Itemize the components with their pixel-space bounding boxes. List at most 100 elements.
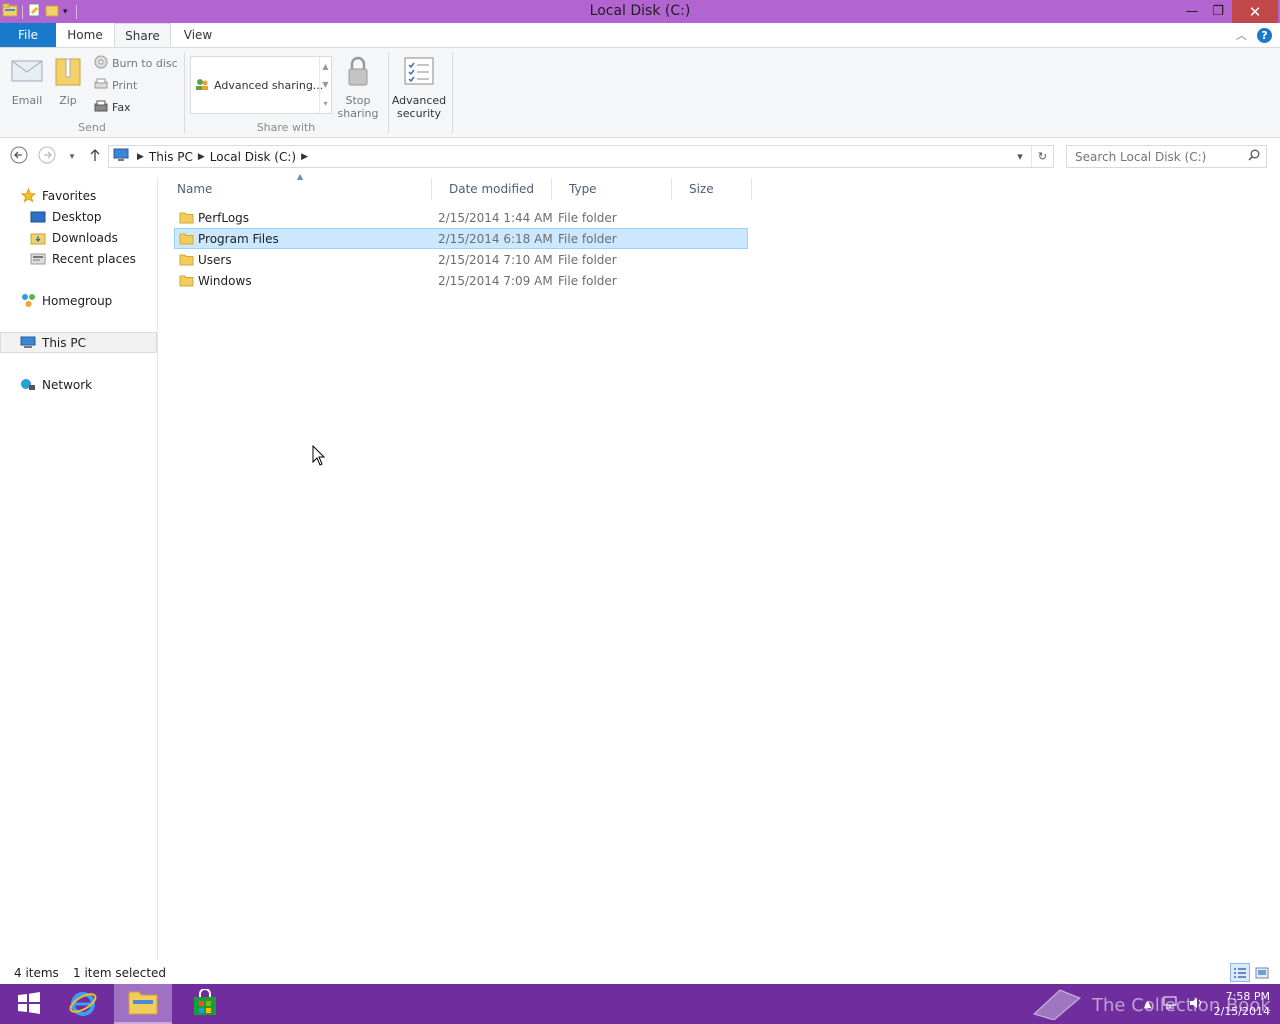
gallery-scrollbar[interactable]: ▲ ▼ ▾ — [319, 57, 331, 113]
advanced-sharing-item[interactable]: Advanced sharing... — [195, 77, 323, 94]
breadcrumb-separator-icon[interactable]: ▶ — [301, 152, 308, 162]
send-group-label: Send — [78, 121, 106, 134]
folder-icon — [179, 274, 194, 290]
taskbar-internet-explorer[interactable] — [54, 984, 112, 1024]
nav-favorites-label: Favorites — [42, 188, 97, 203]
mouse-cursor — [312, 444, 326, 470]
close-icon: ✕ — [1248, 2, 1262, 21]
breadcrumb-separator-icon[interactable]: ▶ — [137, 152, 144, 162]
refresh-icon[interactable]: ↻ — [1031, 146, 1053, 167]
zip-button[interactable]: Zip — [50, 54, 86, 107]
printer-icon — [94, 77, 108, 94]
network-icon — [20, 378, 36, 392]
start-button[interactable] — [0, 984, 58, 1024]
large-icons-view-icon[interactable] — [1252, 963, 1272, 982]
recent-locations-button[interactable]: ▾ — [62, 147, 82, 167]
breadcrumb-separator-icon[interactable]: ▶ — [198, 152, 205, 162]
file-name: Windows — [198, 274, 252, 288]
tab-view[interactable]: View — [173, 23, 223, 47]
search-icon[interactable] — [1248, 149, 1260, 164]
tab-file[interactable]: File — [0, 23, 56, 47]
nav-homegroup[interactable]: Homegroup — [0, 290, 157, 311]
advanced-security-button[interactable]: Advanced security — [390, 54, 448, 120]
minimize-ribbon-chevron-icon[interactable]: ︿ — [1236, 27, 1247, 43]
column-type[interactable]: Type — [552, 178, 672, 200]
chevron-down-icon: ▾ — [69, 152, 75, 162]
tab-share[interactable]: Share — [114, 23, 171, 47]
file-type: File folder — [558, 274, 617, 288]
tab-home[interactable]: Home — [58, 23, 112, 47]
back-button[interactable] — [9, 146, 29, 168]
table-row[interactable]: PerfLogs 2/15/2014 1:44 AM File folder — [174, 207, 748, 228]
table-row[interactable]: Windows 2/15/2014 7:09 AM File folder — [174, 270, 748, 291]
windows-logo-icon — [17, 991, 41, 1018]
nav-network[interactable]: Network — [0, 374, 157, 395]
address-dropdown-icon[interactable]: ▾ — [1009, 146, 1031, 167]
ribbon-tabs: File Home Share View ︿ ? — [0, 23, 1280, 47]
folder-icon — [179, 211, 194, 227]
sort-ascending-icon: ▲ — [297, 172, 304, 181]
taskbar-store[interactable] — [176, 984, 234, 1024]
store-icon — [191, 987, 219, 1020]
table-row[interactable]: Users 2/15/2014 7:10 AM File folder — [174, 249, 748, 270]
folder-icon — [179, 253, 194, 269]
up-button[interactable] — [85, 147, 105, 167]
title-bar: ▾ Local Disk (C:) — ❐ ✕ — [0, 0, 1280, 23]
nav-recent-places[interactable]: Recent places — [0, 248, 157, 269]
close-button[interactable]: ✕ — [1232, 0, 1278, 23]
navigation-bar: ▾ ▶ This PC ▶ Local Disk (C:) ▶ ▾ ↻ — [0, 143, 1280, 170]
minimize-button[interactable]: — — [1178, 0, 1206, 23]
nav-this-pc[interactable]: This PC — [0, 332, 157, 353]
column-type-label: Type — [569, 182, 597, 196]
email-button[interactable]: Email — [8, 54, 46, 107]
homegroup-icon — [20, 294, 36, 308]
minimize-icon: — — [1185, 4, 1199, 19]
search-input[interactable] — [1067, 146, 1237, 167]
this-pc-icon — [113, 148, 131, 165]
advanced-security-label-line2: security — [397, 107, 441, 120]
fax-button[interactable]: Fax — [94, 99, 131, 116]
volume-icon[interactable] — [1188, 996, 1204, 1013]
details-view-icon[interactable] — [1230, 963, 1250, 982]
search-box[interactable] — [1066, 145, 1267, 168]
taskbar-file-explorer[interactable] — [114, 984, 172, 1024]
gallery-expand-icon[interactable]: ▾ — [323, 99, 327, 108]
clock[interactable]: 7:58 PM 2/15/2014 — [1214, 989, 1270, 1019]
forward-button[interactable] — [37, 146, 57, 167]
column-date-label: Date modified — [449, 182, 535, 196]
nav-favorites[interactable]: Favorites — [0, 185, 157, 206]
restore-button[interactable]: ❐ — [1204, 0, 1232, 23]
nav-desktop[interactable]: Desktop — [0, 206, 157, 227]
column-date-modified[interactable]: Date modified — [432, 178, 552, 200]
table-row[interactable]: Program Files 2/15/2014 6:18 AM File fol… — [174, 228, 748, 249]
internet-explorer-icon — [68, 988, 98, 1021]
show-hidden-icons-chevron-icon[interactable]: ▲ — [1144, 999, 1152, 1010]
window-title: Local Disk (C:) — [589, 3, 691, 19]
gallery-scroll-down-icon[interactable]: ▼ — [322, 80, 328, 89]
column-size[interactable]: Size — [672, 178, 752, 200]
file-name: Users — [198, 253, 232, 267]
column-headers: Name ▲ Date modified Type Size — [160, 172, 752, 200]
file-date: 2/15/2014 6:18 AM — [438, 232, 553, 246]
up-arrow-icon — [88, 148, 102, 166]
help-icon[interactable]: ? — [1257, 27, 1272, 43]
breadcrumb-this-pc[interactable]: This PC — [149, 150, 193, 164]
nav-this-pc-label: This PC — [42, 335, 86, 350]
print-label: Print — [112, 79, 138, 92]
address-bar[interactable]: ▶ This PC ▶ Local Disk (C:) ▶ ▾ ↻ — [108, 145, 1054, 168]
stop-sharing-button[interactable]: Stop sharing — [336, 54, 380, 120]
column-size-label: Size — [689, 182, 714, 196]
network-status-icon[interactable] — [1162, 996, 1178, 1013]
ribbon-share-panel: Email Zip Burn to disc Print Fax Send Ad… — [0, 47, 1280, 138]
share-with-gallery[interactable]: Advanced sharing... ▲ ▼ ▾ — [190, 56, 332, 114]
print-button[interactable]: Print — [94, 77, 137, 94]
nav-homegroup-label: Homegroup — [42, 293, 113, 308]
gallery-scroll-up-icon[interactable]: ▲ — [322, 62, 328, 71]
folder-icon — [179, 232, 194, 248]
downloads-folder-icon — [30, 231, 46, 245]
back-arrow-icon — [10, 146, 28, 168]
burn-to-disc-button[interactable]: Burn to disc — [94, 55, 178, 72]
column-name[interactable]: Name — [160, 178, 432, 200]
breadcrumb-local-disk[interactable]: Local Disk (C:) — [210, 150, 296, 164]
nav-downloads[interactable]: Downloads — [0, 227, 157, 248]
